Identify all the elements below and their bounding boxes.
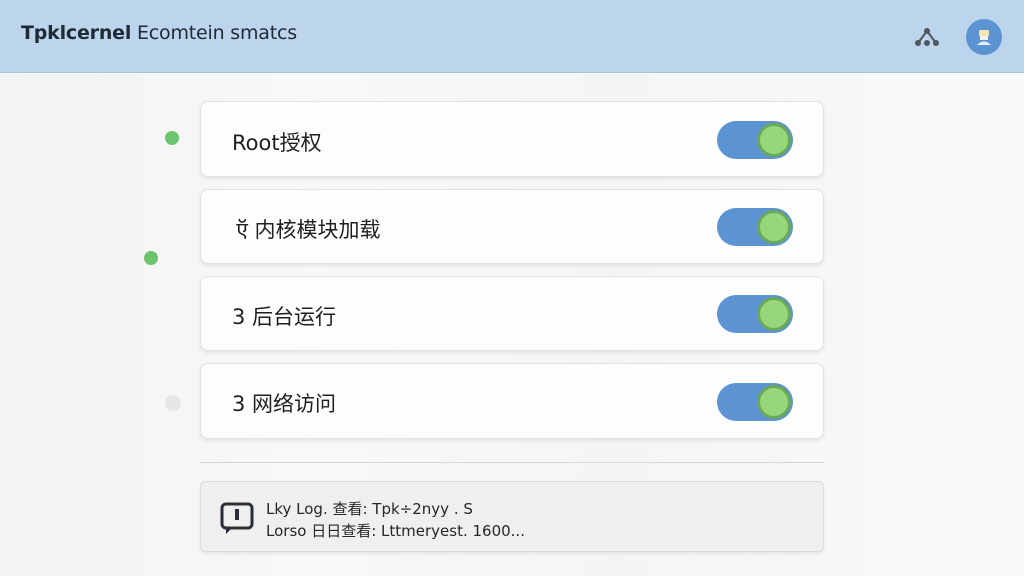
log-line-2: Lorso 日日查看: Lttmeryest. 1600... <box>266 522 525 540</box>
setting-label-network: 3 网络访问 <box>232 392 337 416</box>
status-dot-root <box>165 131 179 145</box>
toggle-root[interactable] <box>717 121 793 159</box>
app-title: Tpklcernel Ecomtein smatcs <box>21 22 297 44</box>
setting-label-root: Root授权 <box>232 131 322 155</box>
toggle-knob <box>757 210 791 244</box>
app-title-rest: Ecomtein smatcs <box>131 22 297 44</box>
log-line-1: Lky Log. 查看: Tpk÷2nyy . S <box>266 500 473 518</box>
setting-card-kernel-module: ऍ 内核模块加载 <box>200 189 824 264</box>
setting-card-root: Root授权 <box>200 101 824 177</box>
log-panel[interactable]: Lky Log. 查看: Tpk÷2nyy . S Lorso 日日查看: Lt… <box>200 481 824 552</box>
setting-card-network: 3 网络访问 <box>200 363 824 439</box>
toggle-background[interactable] <box>717 295 793 333</box>
setting-label-kernel-module: ऍ 内核模块加载 <box>232 218 381 242</box>
user-avatar-icon[interactable] <box>966 19 1002 55</box>
toggle-knob <box>757 385 791 419</box>
section-divider <box>200 462 824 463</box>
toggle-network[interactable] <box>717 383 793 421</box>
log-terminal-icon <box>220 501 254 535</box>
status-dot-network <box>165 395 181 411</box>
toggle-knob <box>757 123 791 157</box>
toggle-knob <box>757 297 791 331</box>
share-nodes-icon[interactable] <box>912 22 942 52</box>
toggle-kernel-module[interactable] <box>717 208 793 246</box>
setting-card-background: 3 后台运行 <box>200 276 824 351</box>
app-title-bold: Tpklcernel <box>21 22 132 44</box>
status-dot-kernel <box>144 251 158 265</box>
setting-label-background: 3 后台运行 <box>232 305 337 329</box>
app-header: Tpklcernel Ecomtein smatcs <box>0 0 1024 73</box>
